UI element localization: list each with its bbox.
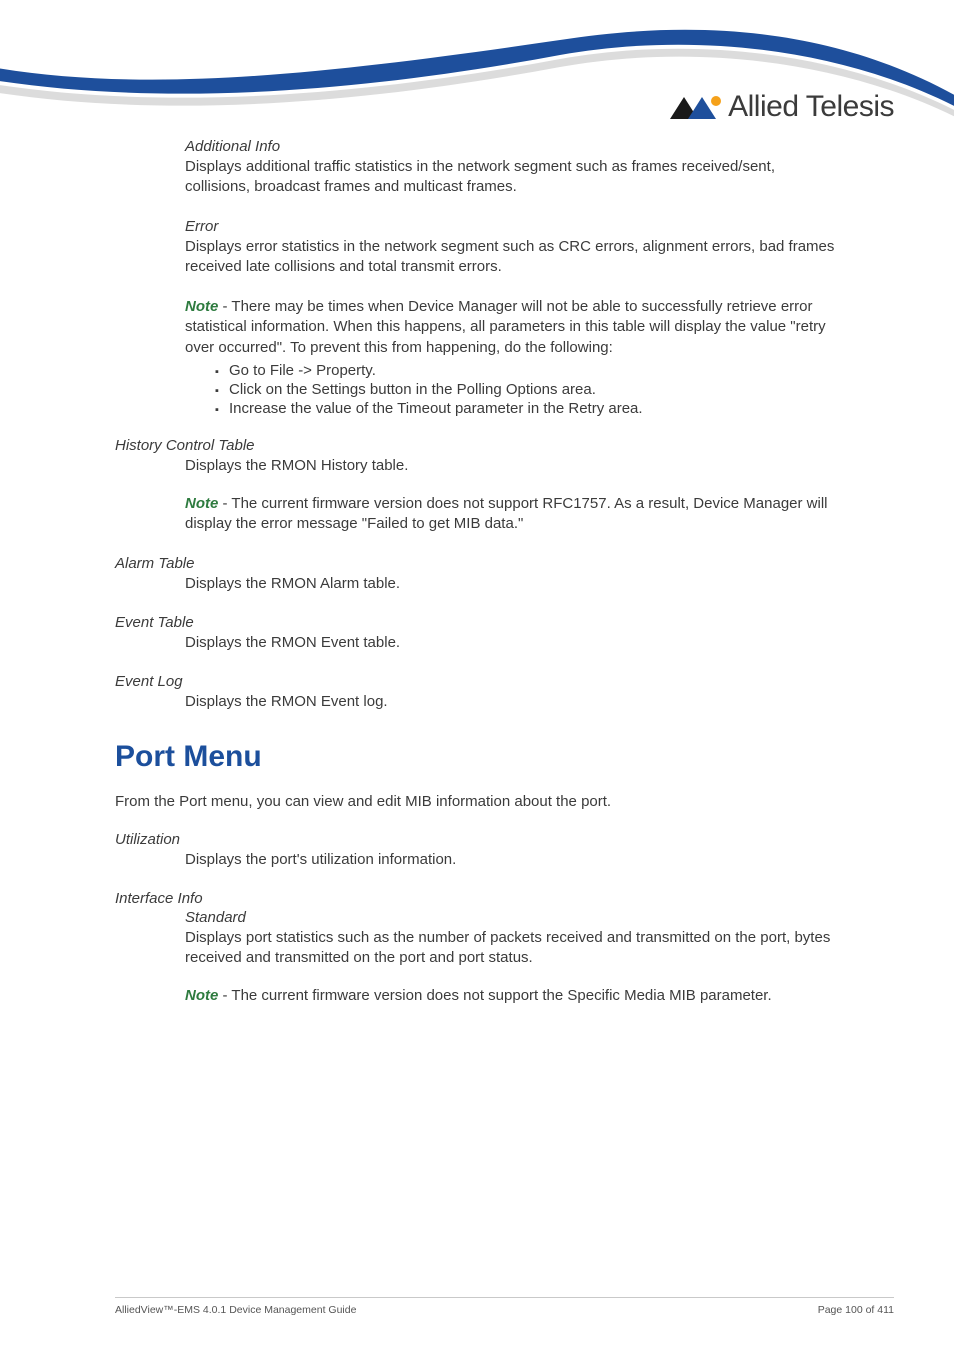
body-alarm-table: Displays the RMON Alarm table. [185, 574, 839, 594]
body-interface-info: Displays port statistics such as the num… [185, 928, 839, 969]
body-history-control: Displays the RMON History table. [185, 456, 839, 476]
subheading-standard: Standard [185, 909, 839, 926]
section-error: Error Displays error statistics in the n… [115, 218, 839, 278]
brand-mark-icon [668, 93, 722, 121]
heading-event-log: Event Log [115, 673, 839, 690]
heading-event-table: Event Table [115, 614, 839, 631]
footer-left: AlliedView™-EMS 4.0.1 Device Management … [115, 1304, 356, 1316]
note-history-control: Note - The current firmware version does… [185, 494, 839, 535]
heading-additional-info: Additional Info [185, 138, 839, 155]
body-error: Displays error statistics in the network… [185, 237, 839, 278]
note-interface-body: - The current firmware version does not … [218, 987, 771, 1004]
section-event-table: Event Table Displays the RMON Event tabl… [115, 614, 839, 653]
intro-port-menu: From the Port menu, you can view and edi… [115, 792, 839, 812]
heading-interface-info: Interface Info [115, 890, 839, 907]
note-error: Note - There may be times when Device Ma… [185, 297, 839, 358]
footer-right: Page 100 of 411 [818, 1304, 894, 1316]
section-error-note: Note - There may be times when Device Ma… [115, 297, 839, 417]
brand-logo: Allied Telesis [668, 90, 894, 124]
section-utilization: Utilization Displays the port's utilizat… [115, 831, 839, 870]
note-history-body: - The current firmware version does not … [185, 495, 828, 532]
heading-error: Error [185, 218, 839, 235]
heading-alarm-table: Alarm Table [115, 555, 839, 572]
note-label: Note [185, 495, 218, 512]
page-content: Additional Info Displays additional traf… [0, 138, 954, 1027]
bullet-item: Click on the Settings button in the Poll… [225, 381, 839, 398]
section-event-log: Event Log Displays the RMON Event log. [115, 673, 839, 712]
body-additional-info: Displays additional traffic statistics i… [185, 157, 839, 198]
note-label: Note [185, 987, 218, 1004]
body-event-table: Displays the RMON Event table. [185, 633, 839, 653]
header-swoosh [0, 0, 954, 150]
section-history-control: History Control Table Displays the RMON … [115, 437, 839, 535]
brand-name: Allied Telesis [728, 90, 894, 124]
bullet-item: Increase the value of the Timeout parame… [225, 400, 839, 417]
heading-history-control: History Control Table [115, 437, 839, 454]
bullet-item: Go to File -> Property. [225, 362, 839, 379]
body-utilization: Displays the port's utilization informat… [185, 850, 839, 870]
body-event-log: Displays the RMON Event log. [185, 692, 839, 712]
heading-port-menu: Port Menu [115, 740, 839, 774]
section-interface-info: Interface Info Standard Displays port st… [115, 890, 839, 1007]
section-additional-info: Additional Info Displays additional traf… [115, 138, 839, 198]
note-error-body: - There may be times when Device Manager… [185, 298, 826, 356]
note-interface-info: Note - The current firmware version does… [185, 986, 839, 1006]
error-note-bullets: Go to File -> Property. Click on the Set… [185, 362, 839, 417]
note-label: Note [185, 298, 218, 315]
heading-utilization: Utilization [115, 831, 839, 848]
section-alarm-table: Alarm Table Displays the RMON Alarm tabl… [115, 555, 839, 594]
page-footer: AlliedView™-EMS 4.0.1 Device Management … [115, 1297, 894, 1316]
